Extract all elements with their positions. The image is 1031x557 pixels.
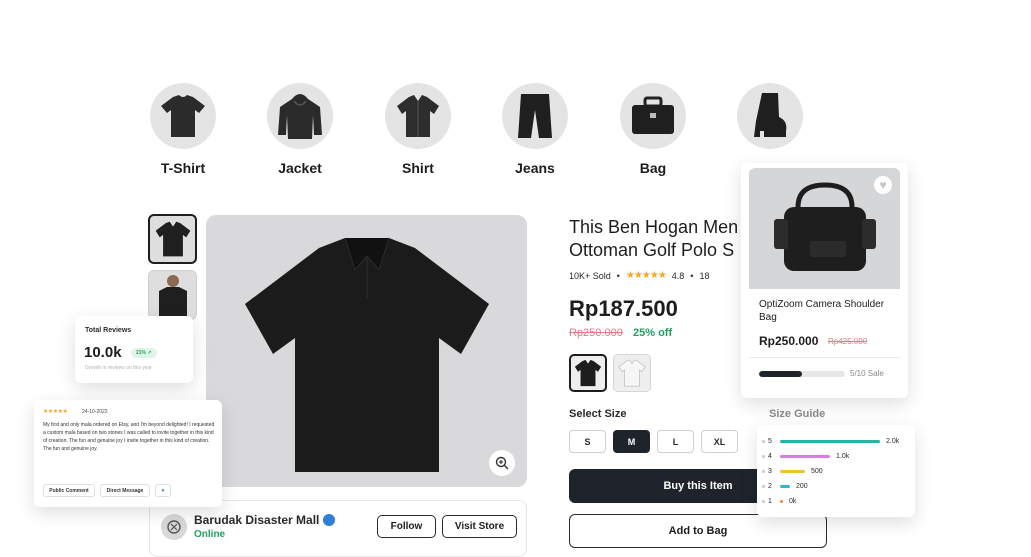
seller-avatar[interactable] (161, 514, 187, 540)
featured-product-name: OptiZoom Camera Shoulder Bag (759, 299, 885, 323)
category-bag[interactable]: Bag (618, 83, 688, 176)
product-meta: 10K+ Sold • ★★★★★ 4.8 • 18 (569, 270, 710, 281)
size-option-l[interactable]: L (657, 430, 694, 453)
review-count: 18 (699, 270, 710, 281)
direct-message-button[interactable]: Direct Message (100, 484, 150, 497)
rating-bar (780, 484, 790, 488)
rating-stars-icon: ★★★★★ (625, 270, 667, 281)
rating-row-1: 1 0k (762, 496, 796, 506)
divider (749, 357, 900, 358)
seller-status: Online (194, 529, 226, 540)
select-size-label: Select Size (569, 408, 627, 420)
category-label: Shirt (402, 160, 434, 176)
briefcase-icon (620, 83, 686, 149)
sale-progress-label: 5/10 Sale (850, 369, 884, 378)
verified-badge-icon (323, 514, 336, 526)
zoom-button[interactable] (489, 450, 515, 476)
category-shirt[interactable]: Shirt (383, 83, 453, 176)
total-reviews-value: 10.0k (84, 344, 122, 361)
review-date: 24-10-2022 (82, 409, 108, 415)
product-price: Rp187.500 (569, 296, 678, 321)
category-boots[interactable] (735, 83, 805, 160)
category-label: Jacket (278, 160, 322, 176)
rating-value: 4.8 (671, 270, 685, 281)
boot-icon (737, 83, 803, 149)
shorts-icon (502, 83, 568, 149)
thumbnail-2[interactable] (148, 270, 197, 320)
rating-bar (780, 454, 830, 458)
featured-product-image: ♥ (749, 168, 900, 289)
category-tshirt[interactable]: T-Shirt (148, 83, 218, 176)
growth-badge: 21% ↗ (131, 348, 157, 358)
rating-row-5: 5 2.0k (762, 436, 899, 446)
color-swatch-black[interactable] (569, 354, 607, 392)
review-comment-card: ★★★★★ 24-10-2022 My first and only mala … (34, 400, 222, 507)
featured-original-price: Rp425.000 (828, 337, 868, 346)
size-guide-link[interactable]: Size Guide (769, 408, 825, 420)
review-text: My first and only mala ordered on Etsy, … (43, 422, 215, 452)
category-label: T-Shirt (160, 160, 206, 176)
seller-name[interactable]: Barudak Disaster Mall (194, 513, 336, 527)
sale-progress-fill (759, 371, 802, 377)
category-label: Bag (639, 160, 667, 176)
like-button[interactable]: ♥ (155, 484, 171, 497)
rating-bar (780, 499, 783, 503)
rating-bar (780, 439, 880, 443)
sold-count: 10K+ Sold (569, 270, 611, 281)
heart-icon: ♥ (879, 178, 887, 192)
main-product-image (206, 215, 527, 487)
public-comment-button[interactable]: Public Comment (43, 484, 95, 497)
rating-row-4: 4 1.0k (762, 451, 849, 461)
shirt-icon (385, 83, 451, 149)
thumbnail-1[interactable] (148, 214, 197, 264)
category-jacket[interactable]: Jacket (265, 83, 335, 176)
store-logo-icon (167, 520, 181, 534)
growth-subtitle: Growth in reviews on this year (85, 365, 152, 371)
thumbnail-list (148, 214, 198, 326)
category-jeans[interactable]: Jeans (500, 83, 570, 176)
zoom-in-icon (495, 456, 509, 470)
favorite-button[interactable]: ♥ (874, 176, 892, 194)
review-stars-icon: ★★★★★ (43, 409, 68, 415)
rating-breakdown-card: 5 2.0k 4 1.0k 3 500 2 200 1 0k (757, 425, 915, 517)
featured-product-price: Rp250.000 (759, 334, 819, 348)
size-option-m[interactable]: M (613, 430, 650, 453)
follow-button[interactable]: Follow (377, 515, 436, 538)
featured-product-card[interactable]: ♥ OptiZoom Camera Shoulder Bag Rp250.000… (741, 163, 908, 398)
seller-card: Barudak Disaster Mall Online Follow Visi… (149, 500, 527, 557)
visit-store-button[interactable]: Visit Store (442, 515, 517, 538)
hoodie-icon (267, 83, 333, 149)
total-reviews-card: Total Reviews 10.0k 21% ↗ Growth in revi… (75, 316, 193, 383)
sale-progress-bar (759, 371, 845, 377)
discount-label: 25% off (633, 327, 673, 339)
product-title: This Ben Hogan Men Ottoman Golf Polo S (569, 217, 739, 260)
heart-icon: ♥ (161, 487, 165, 494)
rating-row-2: 2 200 (762, 481, 808, 491)
total-reviews-label: Total Reviews (85, 327, 132, 334)
add-to-bag-button[interactable]: Add to Bag (569, 514, 827, 548)
size-option-s[interactable]: S (569, 430, 606, 453)
category-label: Jeans (515, 160, 555, 176)
original-price: Rp250.000 (569, 327, 623, 339)
rating-bar (780, 469, 805, 473)
rating-row-3: 3 500 (762, 466, 823, 476)
color-swatch-white[interactable] (613, 354, 651, 392)
size-option-xl[interactable]: XL (701, 430, 738, 453)
tshirt-icon (150, 83, 216, 149)
